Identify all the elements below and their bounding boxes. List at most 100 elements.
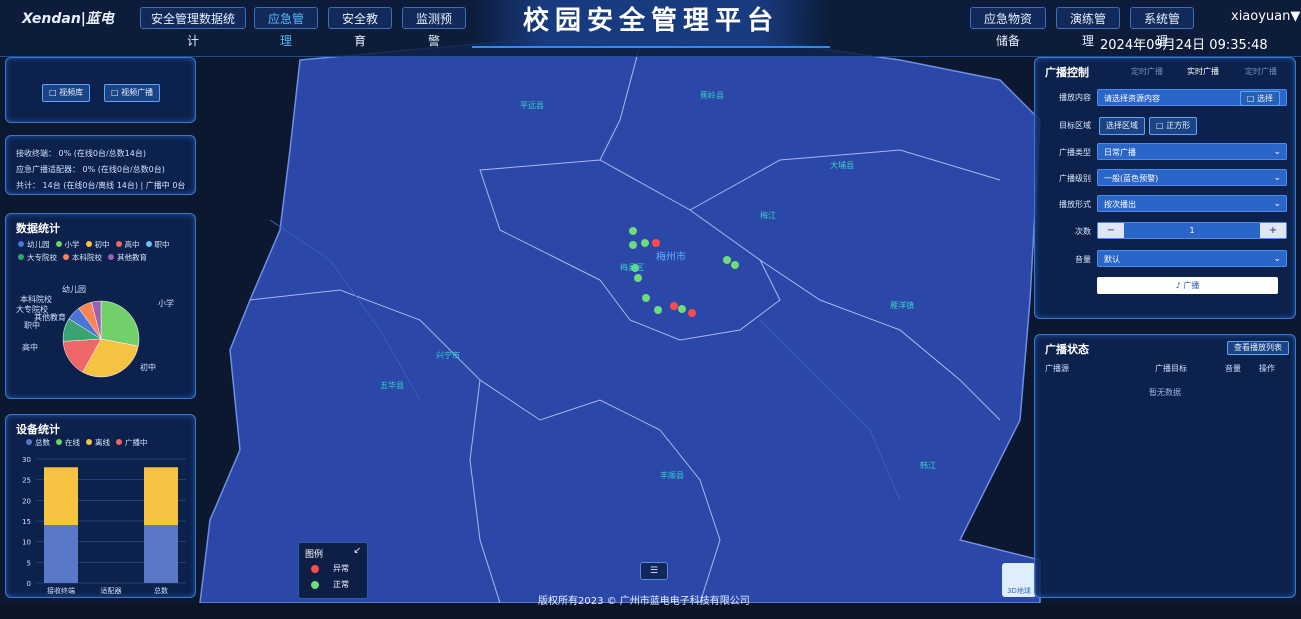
pie-legend-item[interactable]: 高中 (110, 240, 140, 249)
normal-marker[interactable] (642, 294, 650, 302)
count-value[interactable]: 1 (1124, 223, 1260, 238)
pie-legend-item[interactable]: 本科院校 (57, 253, 102, 262)
pie-label: 小学 (158, 299, 174, 308)
bar-segment (144, 467, 178, 526)
normal-marker[interactable] (629, 241, 637, 249)
panel-title: 设备统计 (16, 423, 60, 436)
map-label: 梅江 (760, 211, 776, 220)
map-label: 平远县 (520, 101, 544, 110)
select-content-button[interactable]: □ 选择 (1239, 91, 1280, 106)
tab-timed[interactable]: 定时广播 (1245, 66, 1277, 77)
broadcast-type-select[interactable]: 日常广播 ⌄ (1097, 143, 1287, 160)
map-label: 梅县区 (620, 263, 644, 272)
map-label: 五华县 (380, 381, 404, 390)
terminal-status-panel: 接收终端： 0% (在线0台/总数14台) 应急广播适配器： 0% (在线0台/… (5, 135, 196, 195)
play-mode-value: 按次播出 (1104, 200, 1136, 209)
total-status-line: 共计： 14台 (在线0台/离线 14台) | 广播中 0台 (16, 181, 186, 190)
pie-slice (100, 300, 140, 347)
y-tick-label: 10 (22, 539, 31, 547)
x-tick-label: 总数 (154, 586, 168, 595)
broadcast-status-panel: 广播状态 查看播放列表 广播源 广播目标 音量 操作 暂无数据 (1034, 334, 1296, 598)
nav-emergency[interactable]: 应急管理 (254, 7, 318, 48)
count-stepper: − 1 + (1097, 222, 1287, 239)
col-header-action: 操作 (1259, 364, 1275, 373)
normal-marker[interactable] (634, 274, 642, 282)
y-tick-label: 5 (27, 559, 31, 567)
volume-label: 音量 (1075, 255, 1091, 264)
broadcast-level-select[interactable]: 一般(蓝色预警) ⌄ (1097, 169, 1287, 186)
col-header-volume: 音量 (1225, 364, 1241, 373)
view-playlist-button[interactable]: 查看播放列表 (1227, 341, 1289, 355)
y-tick-label: 0 (27, 580, 31, 588)
map-label: 丰顺县 (660, 471, 684, 480)
nav-system[interactable]: 系统管理 (1130, 7, 1194, 48)
map-label: 蕉岭县 (700, 91, 724, 100)
square-area-button[interactable]: □ 正方形 (1149, 117, 1198, 135)
video-broadcast-button[interactable]: □ 视频广播 (104, 84, 161, 102)
legend-title: 图例 (305, 550, 324, 560)
abnormal-marker[interactable] (670, 302, 678, 310)
app-logo: Xendan|蓝电 (22, 11, 114, 27)
increment-button[interactable]: + (1260, 223, 1286, 238)
nav-supplies[interactable]: 应急物资储备 (970, 7, 1046, 48)
abnormal-marker[interactable] (652, 239, 660, 247)
count-label: 次数 (1075, 227, 1091, 236)
video-library-button[interactable]: □ 视频库 (42, 84, 91, 102)
map-tool-button[interactable]: ☰ (640, 562, 668, 580)
panel-title: 数据统计 (16, 222, 60, 235)
normal-marker[interactable] (678, 305, 686, 313)
pie-legend-item[interactable]: 职中 (140, 240, 170, 249)
device-stats-panel: 设备统计 总数 在线 离线 广播中 0 5 10 15 20 25 30 接收终端 适配器 总数 (5, 414, 196, 598)
abnormal-marker[interactable] (688, 309, 696, 317)
pie-label: 幼儿园 (62, 285, 86, 294)
tab-realtime[interactable]: 实时广播 (1187, 66, 1219, 77)
nav-safety-data[interactable]: 安全管理数据统计 (140, 7, 246, 48)
collapse-icon[interactable]: ↙ (353, 546, 361, 556)
normal-marker[interactable] (723, 256, 731, 264)
play-mode-select[interactable]: 按次播出 ⌄ (1097, 195, 1287, 212)
area-label: 目标区域 (1059, 121, 1091, 130)
map-legend: 图例 ↙ 异常 正常 (298, 542, 368, 599)
map-label: 韩江 (920, 461, 936, 470)
mode-label: 播放形式 (1059, 200, 1091, 209)
broadcast-submit-button[interactable]: ♪ 广播 (1097, 277, 1278, 294)
pie-legend-item[interactable]: 其他教育 (102, 253, 147, 262)
normal-marker[interactable] (731, 261, 739, 269)
pie-legend-item[interactable]: 幼儿园 (12, 240, 50, 249)
content-label: 播放内容 (1059, 93, 1091, 102)
col-header-target: 广播目标 (1155, 364, 1187, 373)
select-area-button[interactable]: 选择区域 (1099, 117, 1145, 135)
panel-title: 广播状态 (1045, 343, 1089, 356)
content-input[interactable]: 请选择资源内容 □ 选择 (1097, 89, 1287, 106)
volume-select[interactable]: 默认 ⌄ (1097, 250, 1287, 267)
nav-monitor[interactable]: 监测预警 (402, 7, 466, 48)
map-region (199, 39, 1041, 603)
volume-value: 默认 (1104, 255, 1120, 264)
terminal-status-line: 接收终端： 0% (在线0台/总数14台) (16, 149, 146, 158)
pie-legend-item[interactable]: 大专院校 (12, 253, 57, 262)
y-tick-label: 25 (22, 477, 31, 485)
map-label: 兴宁市 (436, 351, 460, 360)
legend-normal: 正常 (333, 580, 349, 589)
nav-drill[interactable]: 演练管理 (1056, 7, 1120, 48)
tab-scheduled[interactable]: 定时广播 (1131, 66, 1163, 77)
broadcast-control-panel: 广播控制 定时广播 实时广播 定时广播 播放内容 请选择资源内容 □ 选择 目标… (1034, 57, 1296, 319)
datetime: 2024年09月24日 09:35:48 (1100, 38, 1268, 53)
normal-marker[interactable] (629, 227, 637, 235)
level-label: 广播级别 (1059, 174, 1091, 183)
broadcast-level-value: 一般(蓝色预警) (1104, 174, 1159, 183)
pie-legend-item[interactable]: 初中 (80, 240, 110, 249)
decrement-button[interactable]: − (1098, 223, 1124, 238)
data-stats-panel: 数据统计 幼儿园 小学 初中 高中 职中大专院校 本科院校 其他教育 幼儿园 小学 初中 高… (5, 213, 196, 399)
adapter-status-line: 应急广播适配器： 0% (在线0台/总数0台) (16, 165, 165, 174)
normal-marker[interactable] (654, 306, 662, 314)
user-menu[interactable]: xiaoyuan▼ (1231, 9, 1300, 24)
normal-marker[interactable] (641, 239, 649, 247)
corner-badge-3d[interactable]: 3D地球 (1002, 563, 1036, 597)
nav-education[interactable]: 安全教育 (328, 7, 392, 48)
pie-legend-item[interactable]: 小学 (50, 240, 80, 249)
bar-segment (144, 525, 178, 583)
copyright: 版权所有2023 © 广州市蓝电电子科技有限公司 (538, 596, 750, 607)
chevron-down-icon: ⌄ (1273, 147, 1281, 157)
bar-segment (44, 525, 78, 583)
